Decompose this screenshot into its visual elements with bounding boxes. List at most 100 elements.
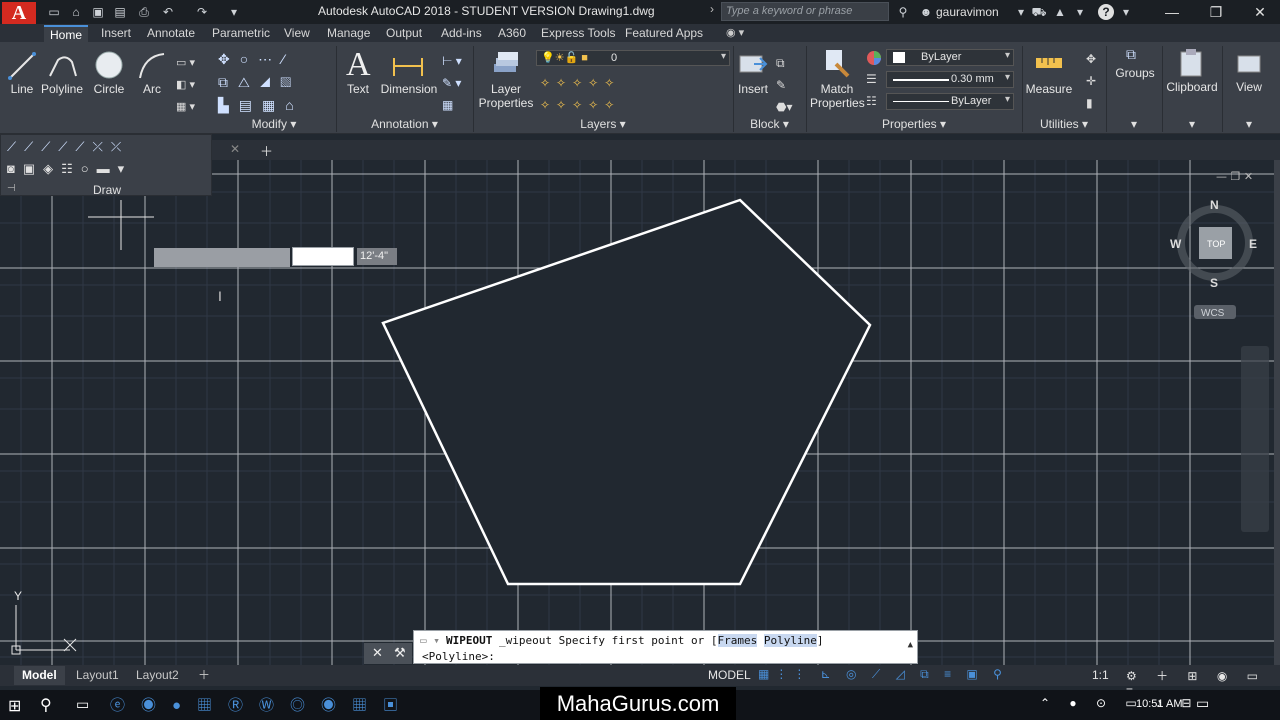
layers-panel-title[interactable]: Layers ▾ [473,116,733,134]
redo-icon[interactable]: ↷ [194,4,210,20]
color-dropdown[interactable]: ByLayer ▾ [886,49,1014,66]
clipboard-panel-expand[interactable]: ▾ [1162,116,1222,134]
cart-icon[interactable]: ⛟ [1031,4,1047,20]
autocad-logo-icon[interactable]: A [2,2,36,24]
dimension-button[interactable]: Dimension [380,82,438,96]
utilities-small-tools[interactable]: ✥ ✛ ▮ [1086,48,1096,114]
viewcube-east[interactable]: E [1249,237,1257,251]
tab-output[interactable]: Output [380,25,428,42]
measure-icon[interactable] [1034,52,1064,74]
block-small-tools[interactable]: ⧉ ✎ ⬣▾ [776,52,793,118]
save-icon[interactable]: ▣ [90,4,106,20]
search-toggle-icon[interactable]: › [710,2,720,22]
command-line[interactable]: ▭ ▾ WIPEOUT _wipeout Specify first point… [413,630,918,664]
view-icon[interactable] [1236,52,1262,76]
undo-icon[interactable]: ↶ [160,4,176,20]
viewcube-south[interactable]: S [1210,276,1218,290]
draw-small-tools[interactable]: ▭ ▾ ◧ ▾ ▦ ▾ [176,52,195,118]
chevron-down-icon[interactable]: ▾ [1013,4,1029,20]
windows-start-icon[interactable]: ⊞ [8,696,21,716]
lineweight-dropdown[interactable]: 0.30 mm ▾ [886,71,1014,88]
measure-button[interactable]: Measure [1024,82,1074,96]
dynamic-input-field-2[interactable] [292,247,354,266]
draw-extra-tools-row1[interactable]: ⟋⟋⟋⟋⟋⤫⤫ [7,139,129,155]
match-properties-icon[interactable] [822,48,850,78]
tab-a360[interactable]: A360 [492,25,532,42]
close-command-line-icon[interactable]: ✕ [372,645,383,661]
drawing-area[interactable]: Y N S E W TOP WCS — ❐ ✕ [0,160,1274,665]
clock[interactable]: 10:51 AM [1136,698,1182,710]
groups-button[interactable]: Groups [1112,66,1158,80]
maximize-button[interactable]: ❐ [1196,2,1236,22]
drawing-canvas[interactable]: Y N S E W TOP WCS — ❐ ✕ [0,160,1274,665]
tab-add-ins[interactable]: Add-ins [435,25,488,42]
close-tab-icon[interactable]: ✕ [230,142,240,156]
block-panel-title[interactable]: Block ▾ [733,116,806,134]
line-button[interactable]: Line [2,82,42,96]
match-properties-button[interactable]: Match Properties [810,82,865,110]
viewport-controls[interactable]: — ❐ ✕ [1216,170,1253,183]
annotation-scale[interactable]: 1:1 [1092,668,1109,682]
open-file-icon[interactable]: ⌂ [68,4,84,20]
insert-button[interactable]: Insert [734,82,772,96]
text-icon[interactable]: A [346,46,371,84]
tab-express-tools[interactable]: Express Tools [535,25,621,42]
line-icon[interactable] [8,52,36,80]
user-name[interactable]: gauravimon [936,5,999,19]
task-view-icon[interactable]: ▭ [76,696,89,713]
command-option-frames[interactable]: Frames [717,634,758,647]
layer-dropdown[interactable]: 💡☀🔓 ■ 0 ▾ [536,50,730,66]
annotation-small-tools[interactable]: ⊢ ▾ ✎ ▾ ▦ [442,50,462,116]
viewcube-north[interactable]: N [1210,198,1219,212]
command-option-polyline[interactable]: Polyline [763,634,817,647]
chevron-down-icon[interactable]: ▾ [1072,4,1088,20]
exchange-icon[interactable]: ▲ [1052,4,1068,20]
search-icon[interactable]: ⚲ [40,695,52,715]
layer-tools[interactable]: ✧✧✧✧✧ ✧✧✧✧✧ [540,72,620,116]
draw-extra-tools-row2[interactable]: ◙▣◈☷○▬▾ [7,161,132,177]
vertical-scrollbar[interactable] [1274,160,1280,665]
navigation-bar[interactable] [1241,346,1269,532]
close-button[interactable]: ✕ [1240,2,1280,22]
circle-icon[interactable] [94,50,124,80]
pinned-apps[interactable]: ⓔ◉●▦ⓇⓌ◎◉▦▣ [110,694,414,715]
tab-manage[interactable]: Manage [321,25,376,42]
customize-quick-access-icon[interactable]: ▾ [226,4,242,20]
command-expand-icon[interactable]: ▲ [908,640,913,650]
command-history-icon[interactable]: ▭ ▾ [420,634,440,647]
tab-layout2[interactable]: Layout2 [128,666,187,685]
modify-tools[interactable]: ✥○⋯⁄ ⧉△◢▧ ▙▤▦⌂ [218,48,304,117]
minimize-button[interactable]: — [1152,2,1192,22]
color-wheel-icon[interactable] [866,50,882,66]
arc-button[interactable]: Arc [134,82,170,96]
new-file-icon[interactable]: ▭ [46,4,62,20]
view-panel-expand[interactable]: ▾ [1222,116,1276,134]
chevron-down-icon[interactable]: ▾ [1118,4,1134,20]
text-button[interactable]: Text [340,82,376,96]
view-button[interactable]: View [1230,80,1268,94]
tab-view[interactable]: View [278,25,316,42]
annotation-panel-title[interactable]: Annotation ▾ [336,116,473,134]
properties-panel-title[interactable]: Properties ▾ [806,116,1022,134]
modify-panel-title[interactable]: Modify ▾ [212,116,336,134]
tab-home[interactable]: Home [44,25,89,42]
model-space-toggle[interactable]: MODEL [708,668,751,682]
search-input[interactable]: Type a keyword or phrase [721,2,889,21]
plot-icon[interactable]: ⎙ [136,4,152,20]
polyline-icon[interactable] [48,52,78,80]
arc-icon[interactable] [138,52,166,80]
polyline-button[interactable]: Polyline [38,82,86,96]
linetype-dropdown[interactable]: ByLayer ▾ [886,93,1014,110]
layer-properties-icon[interactable] [492,50,520,78]
draw-panel-title[interactable]: Draw [1,183,213,197]
tab-model[interactable]: Model [14,666,65,685]
clipboard-icon[interactable] [1178,48,1204,78]
save-as-icon[interactable]: ▤ [112,4,128,20]
tab-insert[interactable]: Insert [95,25,137,42]
groups-panel-expand[interactable]: ▾ [1106,116,1162,134]
circle-button[interactable]: Circle [88,82,130,96]
viewcube-west[interactable]: W [1170,237,1182,251]
dynamic-input-field-1[interactable] [154,248,290,267]
layer-properties-button[interactable]: Layer Properties [478,82,534,110]
add-layout-icon[interactable]: ＋ [190,666,218,685]
